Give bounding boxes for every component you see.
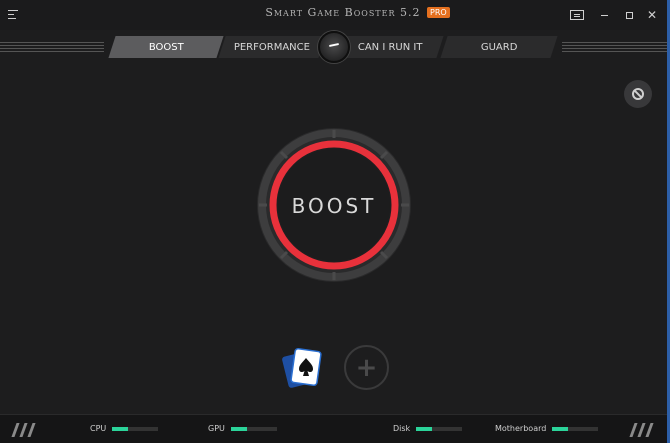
solitaire-icon[interactable] (281, 346, 325, 390)
cpu-meter: CPU (90, 424, 159, 433)
tab-decor-right (562, 42, 667, 54)
minimize-icon[interactable] (596, 7, 612, 23)
motherboard-label: Motherboard (495, 424, 547, 433)
title-bar: Smart Game Booster 5.2 PRO ✕ (0, 0, 667, 30)
app-window: Smart Game Booster 5.2 PRO ✕ BOOST PERFO… (0, 0, 670, 443)
maximize-icon[interactable] (621, 7, 637, 23)
tab-boost[interactable]: BOOST (108, 36, 224, 58)
motherboard-meter-fill (552, 426, 569, 431)
gpu-label: GPU (208, 424, 225, 433)
tab-decor-left (0, 42, 104, 54)
cpu-meter-fill (112, 426, 129, 431)
tab-can-i-run-it[interactable]: CAN I RUN IT (336, 36, 444, 58)
status-bar: CPU GPU Disk Motherboard (0, 414, 667, 443)
add-game-button[interactable]: + (344, 345, 389, 390)
app-title: Smart Game Booster 5.2 PRO (0, 6, 667, 19)
tab-performance[interactable]: PERFORMANCE (218, 36, 326, 58)
stripes-decor-left (11, 423, 36, 437)
speed-dial-icon (318, 31, 350, 63)
cpu-label: CPU (90, 424, 107, 433)
add-icon: + (355, 352, 378, 383)
gpu-meter: GPU (208, 424, 277, 433)
disable-icon[interactable] (624, 80, 652, 108)
disk-meter-fill (416, 426, 433, 431)
gpu-meter-fill (230, 426, 247, 431)
close-icon[interactable]: ✕ (644, 7, 660, 23)
motherboard-meter: Motherboard (495, 424, 599, 433)
boost-button[interactable]: BOOST (255, 126, 413, 284)
feedback-icon[interactable] (569, 7, 585, 23)
stripes-decor-right (629, 423, 654, 437)
disk-meter: Disk (393, 424, 463, 433)
tab-guard[interactable]: GUARD (440, 36, 558, 58)
disk-label: Disk (393, 424, 411, 433)
boost-label: BOOST (291, 194, 377, 218)
pro-badge: PRO (427, 7, 450, 18)
tab-bar: BOOST PERFORMANCE CAN I RUN IT GUARD (0, 30, 667, 63)
app-title-text: Smart Game Booster 5.2 (265, 6, 421, 19)
